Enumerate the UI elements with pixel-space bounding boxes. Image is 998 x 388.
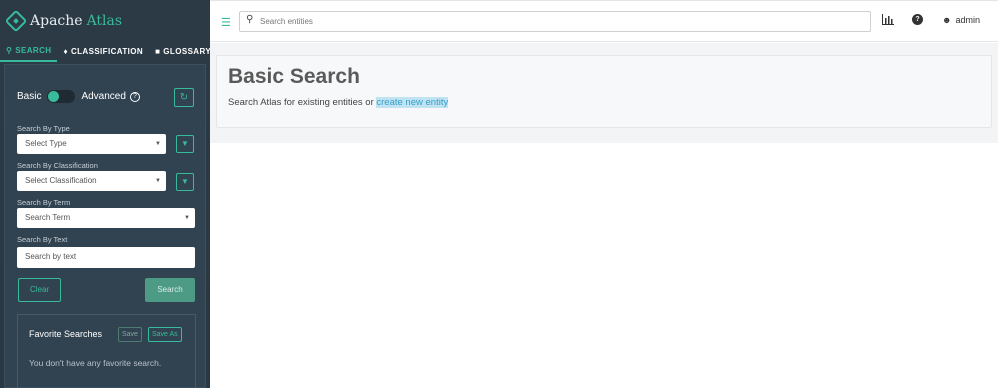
brand[interactable]: Apache Atlas — [4, 8, 123, 34]
mode-toggle-row: Basic Advanced ? — [17, 90, 140, 103]
statistics-icon[interactable] — [882, 14, 894, 28]
tab-glossary[interactable]: ■ GLOSSARY — [149, 40, 217, 62]
global-search-box[interactable]: ⚲ — [239, 11, 871, 32]
folder-icon: ■ — [155, 46, 161, 56]
tag-icon: ♦ — [63, 46, 68, 56]
search-icon: ⚲ — [246, 14, 254, 25]
help-icon[interactable]: ? — [912, 14, 923, 25]
type-select[interactable]: Select Type ▼ — [17, 134, 166, 154]
user-name: admin — [955, 15, 980, 25]
global-search-input[interactable] — [260, 14, 860, 29]
sidebar-tabs: ⚲ SEARCH ♦ CLASSIFICATION ■ GLOSSARY — [0, 40, 211, 62]
brand-name-part1: Apache — [30, 13, 83, 29]
tab-classification-label: CLASSIFICATION — [70, 46, 144, 56]
basic-label: Basic — [17, 91, 42, 102]
tab-search-label: SEARCH — [15, 45, 52, 55]
save-favorite-button[interactable]: Save — [118, 327, 142, 342]
search-button[interactable]: Search — [145, 278, 195, 302]
tab-classification[interactable]: ♦ CLASSIFICATION — [57, 40, 149, 62]
type-select-value: Select Type — [25, 139, 67, 148]
filter-icon: ▼ — [181, 139, 189, 148]
type-filter-button[interactable]: ▼ — [176, 135, 194, 153]
refresh-icon: ↻ — [179, 92, 189, 103]
create-entity-link[interactable]: create new entity — [376, 97, 449, 108]
help-circle-icon[interactable]: ? — [129, 91, 140, 102]
hamburger-menu-icon[interactable]: ☰ — [221, 16, 231, 29]
top-header: ☰ ⚲ ? ☻ admin — [210, 0, 998, 42]
refresh-button[interactable]: ↻ — [174, 88, 194, 107]
classification-select[interactable]: Select Classification ▼ — [17, 171, 166, 191]
search-by-text-input[interactable]: Search by text — [17, 247, 195, 268]
subtitle-text: Search Atlas for existing entities or — [228, 97, 377, 108]
save-as-favorite-button[interactable]: Save As — [148, 327, 182, 342]
tab-search[interactable]: ⚲ SEARCH — [0, 40, 58, 62]
term-label: Search By Term — [17, 198, 71, 207]
tab-glossary-label: GLOSSARY — [163, 46, 212, 56]
chevron-down-icon: ▼ — [184, 215, 190, 221]
classification-label: Search By Classification — [17, 161, 98, 170]
atlas-logo-icon — [4, 9, 28, 33]
type-label: Search By Type — [17, 124, 70, 133]
clear-button[interactable]: Clear — [18, 278, 61, 302]
brand-name-part2: Atlas — [86, 13, 123, 29]
favorite-empty-message: You don't have any favorite search. — [29, 358, 162, 368]
term-select-value: Search Term — [25, 213, 71, 222]
page-subtitle: Search Atlas for existing entities or cr… — [228, 97, 449, 108]
search-icon: ⚲ — [6, 45, 13, 55]
chevron-down-icon: ▼ — [155, 178, 161, 184]
user-menu[interactable]: ☻ admin — [942, 15, 980, 25]
search-by-text-placeholder: Search by text — [25, 252, 77, 261]
sidebar: Apache Atlas ⚲ SEARCH ♦ CLASSIFICATION ■… — [0, 0, 211, 388]
favorite-searches-title: Favorite Searches — [29, 329, 103, 339]
text-label: Search By Text — [17, 235, 68, 244]
bar-chart-icon — [882, 14, 894, 25]
favorite-searches-panel: Favorite Searches Save Save As You don't… — [17, 314, 196, 388]
classification-select-value: Select Classification — [25, 176, 97, 185]
switch-knob — [48, 91, 60, 102]
filter-icon: ▼ — [181, 177, 189, 186]
page-title: Basic Search — [228, 65, 360, 88]
chevron-down-icon: ▼ — [155, 141, 161, 147]
mode-switch[interactable] — [47, 90, 76, 103]
user-icon: ☻ — [942, 15, 952, 25]
advanced-label: Advanced — [81, 91, 126, 102]
classification-filter-button[interactable]: ▼ — [176, 173, 194, 191]
term-select[interactable]: Search Term ▼ — [17, 208, 195, 228]
